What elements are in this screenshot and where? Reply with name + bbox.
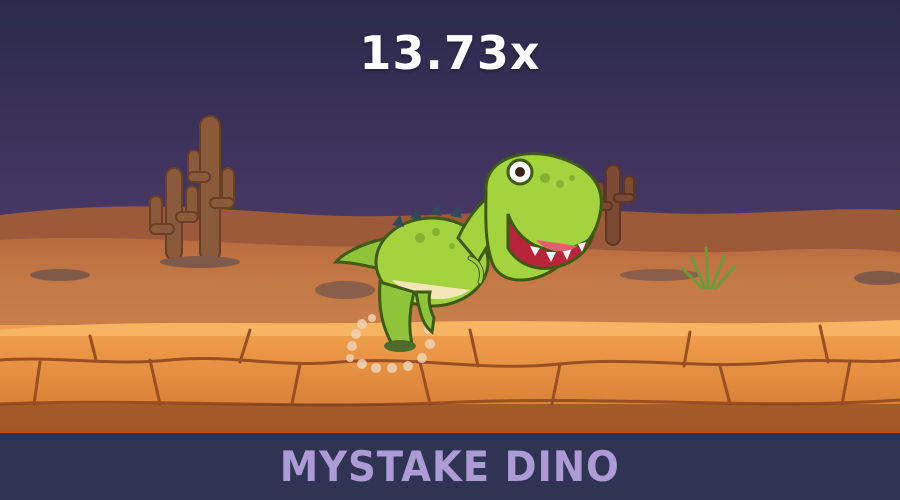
rock xyxy=(30,269,90,281)
multiplier-display: 13.73x xyxy=(359,26,541,80)
game-title: MYSTAKE DINO xyxy=(280,442,620,491)
title-bar: MYSTAKE DINO xyxy=(0,433,900,500)
cliff-shadow xyxy=(0,404,900,433)
game-screen: 13.73x MYSTAKE DINO xyxy=(0,0,900,500)
rock xyxy=(160,256,240,268)
rock xyxy=(315,281,375,299)
